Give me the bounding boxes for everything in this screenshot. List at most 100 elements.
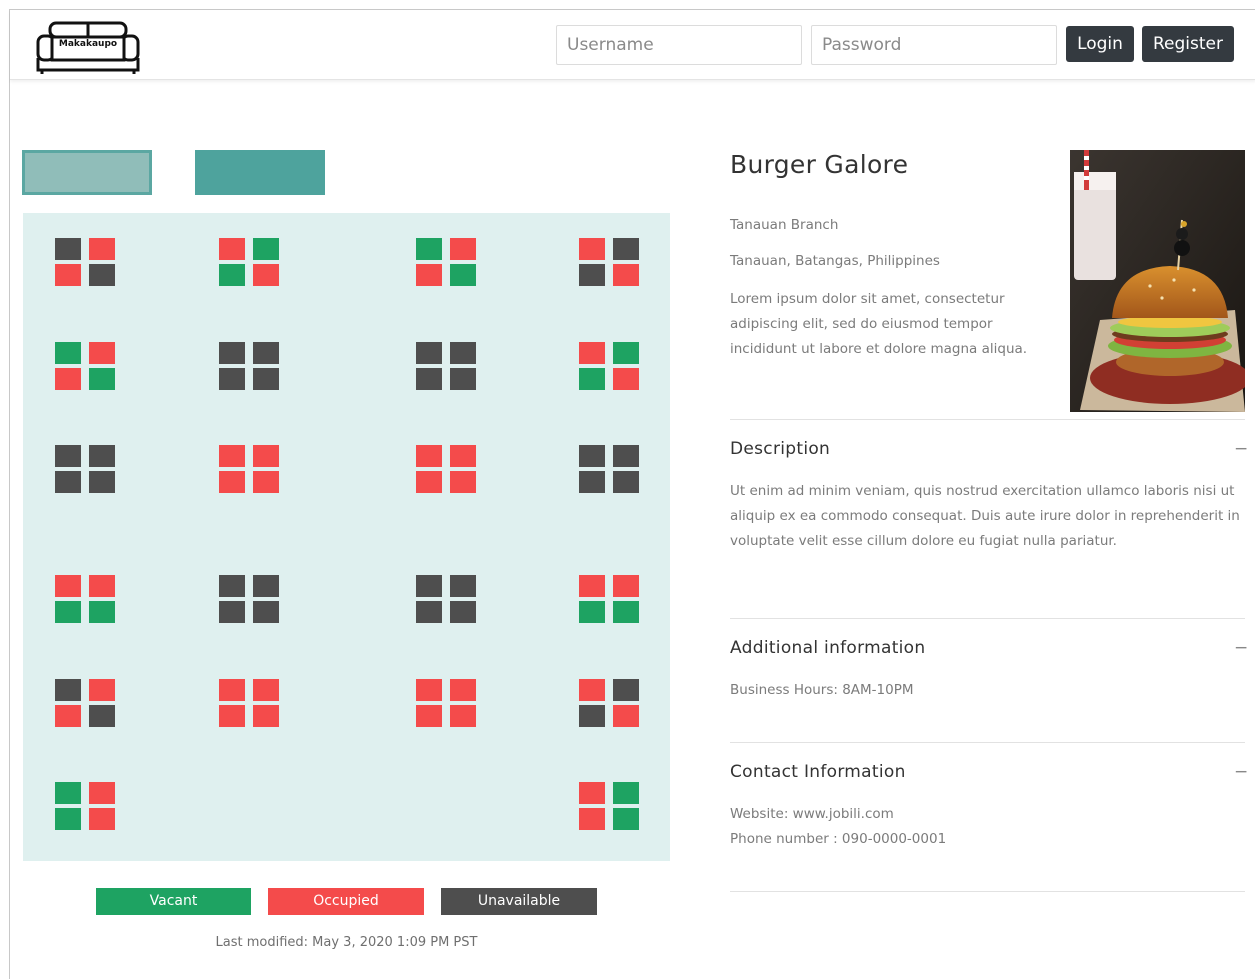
seat-vacant[interactable]: [613, 782, 639, 804]
seat-unavailable: [613, 238, 639, 260]
seat-unavailable: [450, 575, 476, 597]
table-group[interactable]: [55, 445, 115, 495]
seat-unavailable: [89, 471, 115, 493]
seat-occupied: [416, 445, 442, 467]
seat-occupied: [613, 575, 639, 597]
seat-unavailable: [55, 445, 81, 467]
table-group[interactable]: [55, 238, 115, 288]
seat-unavailable: [55, 471, 81, 493]
seat-occupied: [55, 264, 81, 286]
seat-unavailable: [253, 342, 279, 364]
section-description-title[interactable]: Description: [730, 439, 830, 459]
burger-photo: [1070, 150, 1245, 412]
floor-tab-1[interactable]: [22, 150, 152, 195]
seat-vacant[interactable]: [579, 368, 605, 390]
seat-vacant[interactable]: [89, 601, 115, 623]
seat-occupied: [89, 782, 115, 804]
navbar: Makakaupo Login Register: [10, 10, 1255, 80]
table-group[interactable]: [416, 445, 476, 495]
seat-unavailable: [55, 238, 81, 260]
seat-vacant[interactable]: [219, 264, 245, 286]
seat-unavailable: [89, 445, 115, 467]
seat-occupied: [450, 705, 476, 727]
seat-occupied: [219, 679, 245, 701]
seat-unavailable: [253, 368, 279, 390]
seat-occupied: [55, 705, 81, 727]
seat-occupied: [579, 679, 605, 701]
seat-vacant[interactable]: [55, 808, 81, 830]
table-group[interactable]: [579, 238, 639, 288]
floor-tab-2[interactable]: [195, 150, 325, 195]
section-contact-website: Website: www.jobili.com: [730, 806, 894, 822]
seat-vacant[interactable]: [55, 782, 81, 804]
brand-logo[interactable]: Makakaupo: [36, 20, 140, 74]
table-group[interactable]: [579, 575, 639, 625]
seat-unavailable: [579, 445, 605, 467]
table-group[interactable]: [416, 679, 476, 729]
table-group[interactable]: [416, 575, 476, 625]
section-additional-toggle[interactable]: −: [1234, 638, 1248, 658]
seat-occupied: [416, 679, 442, 701]
table-group[interactable]: [219, 575, 279, 625]
seat-unavailable: [253, 575, 279, 597]
seat-unavailable: [416, 575, 442, 597]
last-modified-text: Last modified: May 3, 2020 1:09 PM PST: [215, 935, 478, 950]
table-group[interactable]: [579, 342, 639, 392]
seating-floor-plan: [23, 213, 670, 861]
section-additional-title[interactable]: Additional information: [730, 638, 925, 658]
password-input[interactable]: [811, 25, 1057, 65]
login-button[interactable]: Login: [1066, 26, 1134, 62]
table-group[interactable]: [579, 445, 639, 495]
seat-occupied: [613, 368, 639, 390]
seat-occupied: [55, 368, 81, 390]
seat-unavailable: [450, 368, 476, 390]
section-contact-toggle[interactable]: −: [1234, 762, 1248, 782]
table-group[interactable]: [55, 679, 115, 729]
seat-occupied: [253, 445, 279, 467]
seat-occupied: [579, 342, 605, 364]
seat-occupied: [89, 342, 115, 364]
table-group[interactable]: [55, 342, 115, 392]
seat-occupied: [89, 679, 115, 701]
seat-vacant[interactable]: [55, 601, 81, 623]
seat-vacant[interactable]: [416, 238, 442, 260]
table-group[interactable]: [55, 575, 115, 625]
seat-occupied: [253, 471, 279, 493]
section-description-toggle[interactable]: −: [1234, 439, 1248, 459]
seat-unavailable: [579, 264, 605, 286]
seat-unavailable: [219, 575, 245, 597]
section-contact-title[interactable]: Contact Information: [730, 762, 906, 782]
burger-image-icon: [1070, 150, 1245, 412]
table-group[interactable]: [55, 782, 115, 832]
table-group[interactable]: [219, 445, 279, 495]
restaurant-summary: Lorem ipsum dolor sit amet, consectetur …: [730, 291, 1028, 357]
seat-occupied: [89, 808, 115, 830]
table-group[interactable]: [579, 679, 639, 729]
seat-unavailable: [89, 705, 115, 727]
table-group[interactable]: [579, 782, 639, 832]
seat-occupied: [89, 238, 115, 260]
seat-occupied: [55, 575, 81, 597]
table-group[interactable]: [219, 342, 279, 392]
seat-vacant[interactable]: [450, 264, 476, 286]
seat-occupied: [416, 705, 442, 727]
seat-unavailable: [416, 368, 442, 390]
seat-vacant[interactable]: [613, 601, 639, 623]
seat-vacant[interactable]: [613, 342, 639, 364]
register-button[interactable]: Register: [1142, 26, 1234, 62]
seat-vacant[interactable]: [89, 368, 115, 390]
username-input[interactable]: [556, 25, 802, 65]
seat-unavailable: [219, 368, 245, 390]
table-group[interactable]: [416, 238, 476, 288]
seat-unavailable: [613, 471, 639, 493]
seat-occupied: [219, 238, 245, 260]
table-group[interactable]: [219, 679, 279, 729]
seat-vacant[interactable]: [579, 601, 605, 623]
seat-vacant[interactable]: [253, 238, 279, 260]
table-group[interactable]: [219, 238, 279, 288]
seat-vacant[interactable]: [613, 808, 639, 830]
seat-unavailable: [579, 705, 605, 727]
seat-occupied: [613, 264, 639, 286]
seat-vacant[interactable]: [55, 342, 81, 364]
table-group[interactable]: [416, 342, 476, 392]
